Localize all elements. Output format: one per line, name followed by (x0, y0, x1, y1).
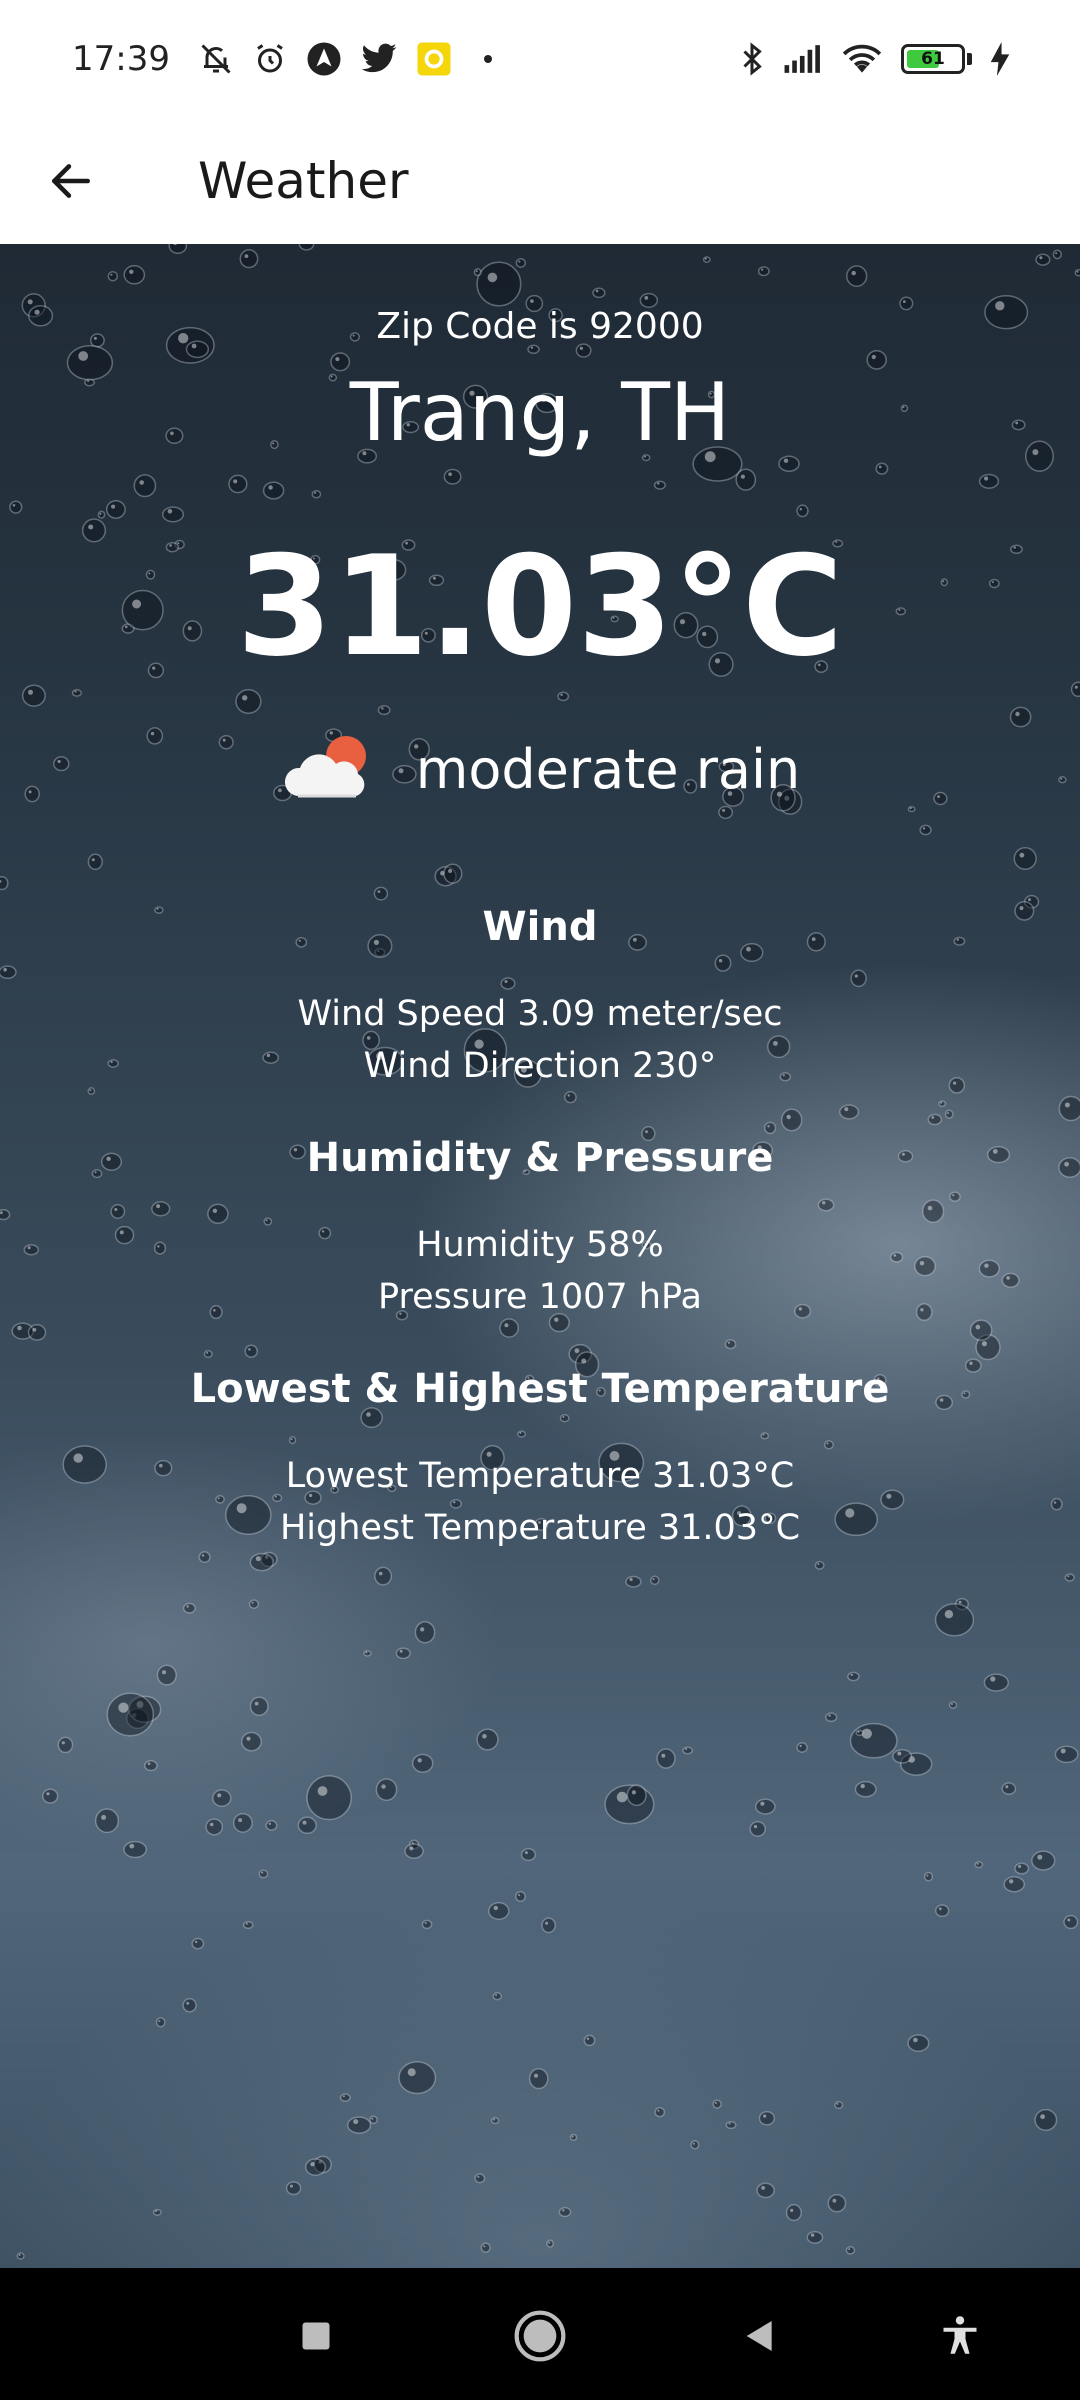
wind-speed-text: Wind Speed 3.09 meter/sec (297, 994, 783, 1034)
bluetooth-icon (739, 41, 765, 77)
condition-row: moderate rain (0, 732, 1080, 806)
back-button[interactable] (36, 146, 106, 216)
system-back-button[interactable] (728, 2304, 792, 2368)
humidity-text: Humidity 58% (416, 1225, 664, 1265)
weather-panel[interactable]: Zip Code is 92000 Trang, TH 31.03°C mode… (0, 244, 1080, 2268)
page-title: Weather (198, 152, 409, 210)
recents-button[interactable] (284, 2304, 348, 2368)
back-icon (746, 2321, 772, 2351)
wind-title: Wind (482, 904, 598, 950)
accessibility-button[interactable] (928, 2304, 992, 2368)
battery-cap (967, 53, 972, 65)
battery-icon: 61 (901, 44, 972, 74)
home-icon (514, 2310, 566, 2362)
twitter-icon (360, 42, 398, 76)
more-dot-icon (483, 55, 492, 63)
system-nav-bar (0, 2268, 1080, 2400)
wind-direction-text: Wind Direction 230° (363, 1046, 717, 1086)
signal-icon (783, 43, 823, 75)
charging-icon (990, 42, 1010, 76)
battery-percent: 61 (921, 49, 945, 69)
temperature-value: 31.03°C (236, 526, 844, 687)
cloud-sun-icon (280, 732, 376, 806)
alarm-icon (252, 41, 288, 77)
lowest-temperature-text: Lowest Temperature 31.03°C (285, 1456, 795, 1496)
location-title: Trang, TH (349, 366, 731, 459)
status-bar-left: 17:39 (72, 39, 492, 79)
battery-body: 61 (901, 44, 965, 74)
highest-temperature-text: Highest Temperature 31.03°C (279, 1508, 801, 1548)
temperature-range-title: Lowest & Highest Temperature (190, 1366, 890, 1412)
app-bar: Weather (0, 118, 1080, 244)
nav-app-icon (306, 41, 342, 77)
arrow-left-icon (52, 164, 90, 198)
status-bar: 17:39 61 (0, 0, 1080, 118)
zip-code-text: Zip Code is 92000 (376, 306, 704, 347)
status-bar-right: 61 (739, 41, 1010, 77)
mute-icon (198, 41, 234, 77)
notification-app-icon (416, 41, 452, 77)
pressure-text: Pressure 1007 hPa (378, 1277, 702, 1317)
status-time: 17:39 (72, 39, 170, 79)
accessibility-icon (943, 2316, 977, 2354)
home-button[interactable] (508, 2304, 572, 2368)
wifi-icon (841, 42, 883, 76)
condition-text: moderate rain (415, 737, 801, 801)
humidity-pressure-title: Humidity & Pressure (306, 1135, 774, 1181)
recents-icon (302, 2322, 330, 2350)
